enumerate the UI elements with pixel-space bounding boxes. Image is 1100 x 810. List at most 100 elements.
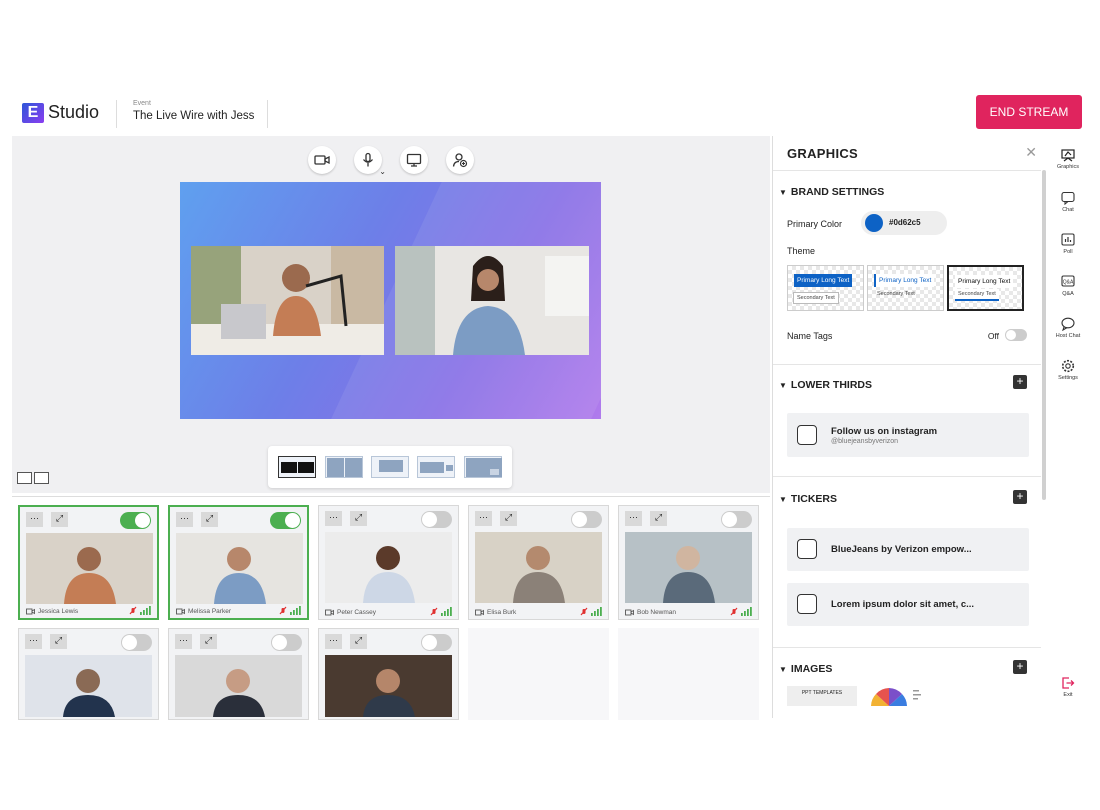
expand-button[interactable]: ⤢	[500, 511, 517, 526]
section-images[interactable]: ▼ IMAGES	[779, 663, 832, 675]
media-toolbar: ⌄	[308, 146, 474, 176]
panel-scrollbar[interactable]	[1042, 170, 1046, 500]
more-options-button[interactable]: ···	[25, 634, 42, 649]
rail-qa[interactable]: Q&A Q&A	[1048, 275, 1088, 297]
layout-picture-in-picture[interactable]	[463, 456, 502, 478]
theme-option-1[interactable]: Primary Long Text Secondary Text	[787, 265, 864, 311]
theme-primary: Primary Long Text	[955, 275, 1014, 288]
ticker-checkbox[interactable]	[797, 594, 817, 614]
expand-button[interactable]: ⤢	[350, 511, 367, 526]
rail-label: Poll	[1063, 249, 1073, 255]
empty-slot	[618, 628, 759, 720]
live-toggle[interactable]	[571, 511, 602, 528]
rail-label: Chat	[1062, 207, 1074, 213]
add-ticker-button[interactable]: +	[1013, 490, 1027, 504]
theme-option-3[interactable]: Primary Long Text Secondary Text	[947, 265, 1024, 311]
divider	[773, 476, 1041, 477]
layout-single[interactable]	[370, 456, 409, 478]
more-options-button[interactable]: ···	[325, 634, 342, 649]
rail-settings[interactable]: Settings	[1048, 359, 1088, 381]
participant-video	[176, 533, 303, 604]
expand-button[interactable]: ⤢	[201, 512, 218, 527]
theme-secondary: Secondary Text	[794, 293, 838, 303]
primary-color-picker[interactable]: #0d62c5	[861, 211, 947, 235]
image-thumbnail-chart[interactable]	[869, 686, 929, 706]
ticker-checkbox[interactable]	[797, 539, 817, 559]
screen-share-button[interactable]	[400, 146, 428, 174]
lower-third-checkbox[interactable]	[797, 425, 817, 445]
section-tickers[interactable]: ▼ TICKERS	[779, 493, 837, 505]
ticker-item: BlueJeans by Verizon empow...	[787, 528, 1029, 571]
theme-label: Theme	[787, 246, 816, 256]
add-lower-third-button[interactable]: +	[1013, 375, 1027, 389]
svg-text:Q&A: Q&A	[1063, 280, 1074, 286]
close-icon[interactable]: ✕	[1025, 144, 1037, 161]
layout-grid-two[interactable]	[324, 456, 363, 478]
participant-tile[interactable]: ··· ⤢ Melissa Parker	[168, 505, 309, 620]
rail-host-chat[interactable]: Host Chat	[1048, 317, 1088, 339]
more-options-button[interactable]: ···	[175, 634, 192, 649]
section-title: BRAND SETTINGS	[790, 186, 885, 198]
live-toggle[interactable]	[721, 511, 752, 528]
ticker-text: BlueJeans by Verizon empow...	[831, 544, 972, 555]
rail-chat[interactable]: Chat	[1048, 191, 1088, 213]
live-toggle[interactable]	[271, 634, 302, 651]
participant-tile[interactable]: ··· ⤢ Elisa Burk	[468, 505, 609, 620]
primary-color-label: Primary Color	[787, 219, 843, 229]
section-lower-thirds[interactable]: ▼ LOWER THIRDS	[779, 379, 872, 391]
image-thumbnail-ppt[interactable]: PPT TEMPLATES	[787, 686, 857, 706]
caret-down-icon: ▼	[779, 665, 787, 674]
layout-two-split[interactable]	[278, 456, 317, 478]
section-brand-settings[interactable]: ▼ BRAND SETTINGS	[779, 186, 884, 198]
theme-option-2[interactable]: Primary Long Text Secondary Text	[867, 265, 944, 311]
signal-icon	[430, 607, 452, 616]
chevron-down-icon[interactable]: ⌄	[379, 167, 386, 176]
participant-tile[interactable]: ··· ⤢ Jessica Lewis	[18, 505, 159, 620]
signal-icon	[129, 606, 151, 615]
participant-tile[interactable]: ··· ⤢ Bob Newman	[618, 505, 759, 620]
studio-app: E Studio Event The Live Wire with Jess E…	[0, 0, 1100, 810]
section-title: IMAGES	[790, 663, 833, 675]
participant-tile[interactable]: ··· ⤢	[18, 628, 159, 720]
more-options-button[interactable]: ···	[325, 511, 342, 526]
layout-side-by-side[interactable]	[417, 456, 456, 478]
live-toggle[interactable]	[421, 511, 452, 528]
name-tags-toggle[interactable]	[1005, 329, 1027, 341]
add-participant-button[interactable]	[446, 146, 474, 174]
lower-third-sub: @bluejeansbyverizon	[831, 438, 899, 445]
more-options-button[interactable]: ···	[475, 511, 492, 526]
camera-icon	[475, 609, 484, 616]
more-options-button[interactable]: ···	[176, 512, 193, 527]
expand-button[interactable]: ⤢	[200, 634, 217, 649]
view-toggle[interactable]	[17, 472, 49, 486]
rail-label: Settings	[1058, 375, 1078, 381]
right-rail: Graphics Chat Poll Q&A Q&A Host Chat Set…	[1048, 136, 1088, 718]
add-image-button[interactable]: +	[1013, 660, 1027, 674]
camera-icon	[625, 609, 634, 616]
live-toggle[interactable]	[120, 512, 151, 529]
rail-poll[interactable]: Poll	[1048, 233, 1088, 255]
participant-tile[interactable]: ··· ⤢	[318, 628, 459, 720]
live-toggle[interactable]	[270, 512, 301, 529]
camera-button[interactable]	[308, 146, 336, 174]
expand-button[interactable]: ⤢	[650, 511, 667, 526]
participant-tile[interactable]: ··· ⤢ Peter Cassey	[318, 505, 459, 620]
host-chat-icon	[1061, 317, 1075, 331]
live-toggle[interactable]	[421, 634, 452, 651]
expand-button[interactable]: ⤢	[51, 512, 68, 527]
participant-name: Jessica Lewis	[38, 608, 79, 615]
more-options-button[interactable]: ···	[26, 512, 43, 527]
participant-video	[475, 532, 602, 603]
rail-exit[interactable]: Exit	[1048, 676, 1088, 698]
microphone-button[interactable]: ⌄	[354, 146, 386, 176]
expand-button[interactable]: ⤢	[350, 634, 367, 649]
more-options-button[interactable]: ···	[625, 511, 642, 526]
participant-name: Elisa Burk	[487, 609, 517, 616]
rail-graphics[interactable]: Graphics	[1048, 148, 1088, 170]
participant-video	[25, 655, 152, 717]
live-toggle[interactable]	[121, 634, 152, 651]
end-stream-button[interactable]: END STREAM	[976, 95, 1082, 129]
expand-button[interactable]: ⤢	[50, 634, 67, 649]
participant-tile[interactable]: ··· ⤢	[168, 628, 309, 720]
header: E Studio Event The Live Wire with Jess E…	[0, 88, 1100, 134]
